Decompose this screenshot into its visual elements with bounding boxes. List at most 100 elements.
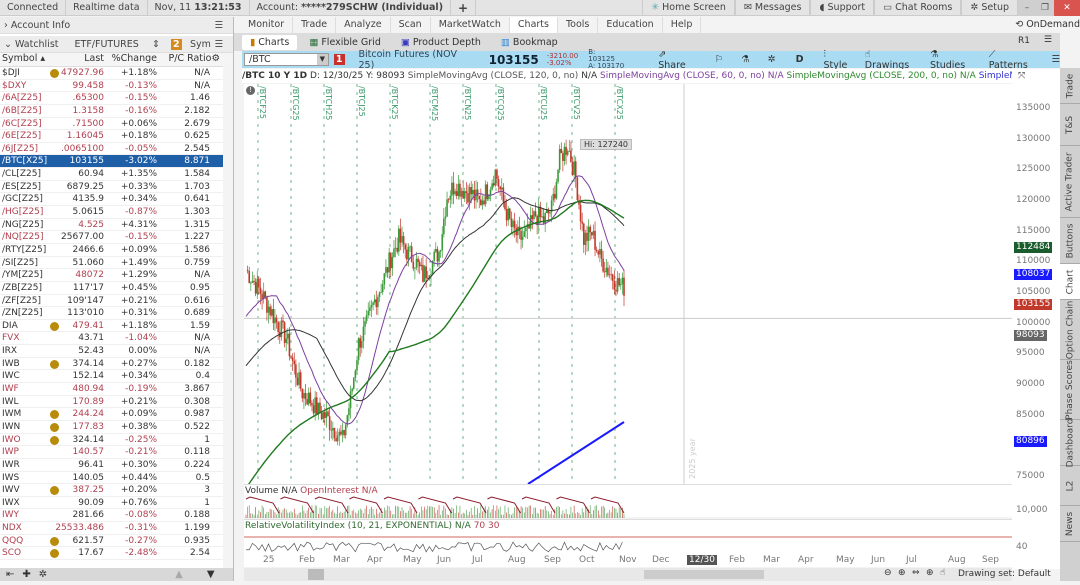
watchlist-scrollbar[interactable] (223, 65, 233, 585)
watchlist-row[interactable]: /RTY[Z25] 2466.6 +0.09% 1.586 (0, 244, 233, 257)
time-axis[interactable]: 25 Feb Mar Apr May Jun Jul Aug Sep Oct Nov Dec 12/30… (244, 553, 1012, 567)
watchlist-row[interactable]: IWP 140.57 -0.21% 0.118 (0, 446, 233, 459)
chevron-down-icon[interactable]: ⌄ (4, 39, 15, 50)
watchlist-row[interactable]: /BTC[X25] 103155 -3.02% 8.871 (0, 155, 233, 169)
sma200-label[interactable]: SimpleMovingAvg (CLOSE, 200, 0, no) (786, 71, 957, 81)
watchlist-row[interactable]: IWM 244.24 +0.09% 0.987 (0, 408, 233, 421)
watchlist-row[interactable]: /SI[Z25] 51.060 +1.49% 0.759 (0, 257, 233, 270)
watchlist-row[interactable]: /6E[Z25] 1.16045 +0.18% 0.625 (0, 130, 233, 143)
watchlist-row[interactable]: IWY 281.66 -0.08% 0.188 (0, 509, 233, 523)
watchlist-row[interactable]: /YM[Z25] 48072 +1.29% N/A (0, 269, 233, 282)
volume-pane[interactable]: Volume N/A OpenInterest N/A 10,000 (244, 484, 1048, 518)
side-tab-phase-scores[interactable]: Phase Scores (1060, 360, 1080, 420)
chat-rooms-button[interactable]: ▭ Chat Rooms (874, 0, 962, 16)
drawings-button[interactable]: ☝ Drawings (865, 49, 918, 71)
messages-button[interactable]: ✉ Messages (734, 0, 811, 16)
side-tab-active-trader[interactable]: Active Trader (1060, 146, 1080, 218)
add-button[interactable]: + (451, 0, 477, 16)
watchlist-selector[interactable]: ETF/FUTURES (75, 39, 139, 50)
watchlist-row[interactable]: IWR 96.41 +0.30% 0.224 (0, 459, 233, 472)
side-tab-chart[interactable]: Chart (1060, 264, 1080, 300)
tab-education[interactable]: Education (598, 17, 663, 33)
watchlist-row[interactable]: QQQ 621.57 -0.27% 0.935 (0, 535, 233, 548)
link-badge[interactable]: 1 (333, 54, 345, 65)
aggregation-selector[interactable]: D (796, 54, 804, 65)
tab-charts[interactable]: Charts (509, 17, 558, 33)
watchlist-row[interactable]: /ZN[Z25] 113'010 +0.31% 0.689 (0, 307, 233, 320)
gear-icon[interactable]: ✲ (39, 569, 47, 580)
gear-icon[interactable]: ✲ (768, 54, 776, 65)
subtab-bookmap[interactable]: ▥ Bookmap (493, 35, 566, 50)
watchlist-row[interactable]: DIA 479.41 +1.18% 1.59 (0, 320, 233, 333)
zoom-in-icon[interactable]: ⊕ (898, 568, 906, 578)
watchlist-row[interactable]: IWF 480.94 -0.19% 3.867 (0, 383, 233, 396)
watchlist-row[interactable]: /ZF[Z25] 109'147 +0.21% 0.616 (0, 295, 233, 308)
watchlist-row[interactable]: IRX 52.43 0.00% N/A (0, 345, 233, 358)
plus-icon[interactable]: ✚ (22, 569, 30, 580)
setup-button[interactable]: ✲ Setup (961, 0, 1018, 16)
watchlist-row[interactable]: IWS 140.05 +0.44% 0.5 (0, 472, 233, 485)
watchlist-row[interactable]: /HG[Z25] 5.0615 -0.87% 1.303 (0, 206, 233, 219)
side-tab-trade[interactable]: Trade (1060, 68, 1080, 104)
watchlist-row[interactable]: /6J[Z25] .0065100 -0.05% 2.545 (0, 143, 233, 156)
side-tab-dashboard[interactable]: Dashboard (1060, 418, 1080, 467)
subtab-product-depth[interactable]: ▣ Product Depth (393, 35, 489, 50)
flask-icon[interactable]: ⚗ (741, 54, 750, 65)
crosshair-icon[interactable]: ⊕ (926, 568, 934, 578)
tab-monitor[interactable]: Monitor (240, 17, 294, 33)
account-selector[interactable]: Account: *****279SCHW (Individual) (250, 0, 452, 16)
realtime-data[interactable]: Realtime data (66, 0, 148, 16)
menu-icon[interactable]: ☰ (214, 20, 223, 31)
pan-icon[interactable]: ⇔ (912, 568, 920, 578)
watchlist-row[interactable]: /ES[Z25] 6879.25 +0.33% 1.703 (0, 181, 233, 194)
scroll-handle[interactable] (308, 569, 324, 580)
watchlist-row[interactable]: IWN 177.83 +0.38% 0.522 (0, 421, 233, 434)
watchlist-row[interactable]: $DXY 99.458 -0.13% N/A (0, 80, 233, 93)
symbol-input[interactable]: /BTC ▼ (244, 53, 329, 66)
watchlist-row[interactable]: IWV 387.25 +0.20% 3 (0, 484, 233, 497)
watchlist-row[interactable]: /NG[Z25] 4.525 +4.31% 1.315 (0, 219, 233, 232)
watchlist-row[interactable]: /6A[Z25] .65300 -0.15% 1.46 (0, 92, 233, 105)
patterns-button[interactable]: ⟋ Patterns (989, 49, 1038, 71)
minimize-button[interactable]: – (1018, 0, 1036, 16)
col-last[interactable]: Last (84, 53, 104, 64)
drawing-set[interactable]: Drawing set: Default (958, 569, 1051, 579)
side-tab-news[interactable]: News (1060, 506, 1080, 542)
watchlist-row[interactable]: /NQ[Z25] 25677.00 -0.15% 1.227 (0, 231, 233, 244)
side-tab-t-s[interactable]: T&S (1060, 104, 1080, 146)
tab-help[interactable]: Help (663, 17, 702, 33)
watchlist-row[interactable]: IWX 90.09 +0.76% 1 (0, 497, 233, 510)
tab-marketwatch[interactable]: MarketWatch (431, 17, 510, 33)
hand-icon[interactable]: ☝ (940, 568, 945, 578)
scroll-thumb[interactable] (644, 570, 764, 579)
tab-analyze[interactable]: Analyze (336, 17, 391, 33)
col-change[interactable]: %Change (112, 53, 157, 64)
side-tab-l-[interactable]: L2 (1060, 466, 1080, 506)
link-badge[interactable]: 2 (171, 38, 182, 50)
sma-more-label[interactable]: SimpleMovingAvg ... (979, 71, 1012, 81)
ondemand-button[interactable]: ⟲ OnDemand (1015, 17, 1080, 33)
dropdown-icon[interactable]: ▼ (316, 54, 328, 65)
close-button[interactable]: ✕ (1054, 0, 1080, 16)
side-tab-buttons[interactable]: Buttons (1060, 218, 1080, 264)
watchlist-row[interactable]: /6C[Z25] .71500 +0.06% 2.679 (0, 118, 233, 131)
restore-button[interactable]: ❐ (1036, 0, 1054, 16)
tab-trade[interactable]: Trade (293, 17, 337, 33)
down-arrow-icon[interactable]: ▼ (207, 569, 215, 580)
sort-arrows-icon[interactable]: ⇕ (152, 39, 160, 50)
price-chart[interactable]: /BTCF25/BTCG25/BTCH25/BTCJ25/BTCK25/BTCM… (244, 84, 1012, 489)
price-axis[interactable]: ⤧ 135000 130000 125000 120000 115000 110000 105… (1012, 69, 1060, 569)
tab-scan[interactable]: Scan (391, 17, 431, 33)
home-screen-button[interactable]: ✳ Home Screen (642, 0, 735, 16)
collapse-icon[interactable]: ⇤ (6, 569, 14, 580)
rvi-pane[interactable]: RelativeVolatilityIndex (10, 21, EXPONEN… (244, 519, 1027, 553)
watchlist-row[interactable]: /ZB[Z25] 117'17 +0.45% 0.95 (0, 282, 233, 295)
auto-fit-icon[interactable]: ⤧ (1018, 71, 1025, 81)
subtab-charts[interactable]: ▮ Charts (242, 34, 298, 50)
support-button[interactable]: ◖ Support (810, 0, 875, 16)
col-pc-ratio[interactable]: P/C Ratio⚙ (168, 53, 220, 64)
sma120-label[interactable]: SimpleMovingAvg (CLOSE, 120, 0, no) (408, 71, 579, 81)
chart-scrollbar[interactable]: ⊖ ⊕ ⇔ ⊕ ☝ Drawing set: Default (244, 568, 1051, 581)
col-symbol[interactable]: Symbol ▴ (2, 53, 45, 64)
watchlist-row[interactable]: NDX 25533.486 -0.31% 1.199 (0, 522, 233, 535)
